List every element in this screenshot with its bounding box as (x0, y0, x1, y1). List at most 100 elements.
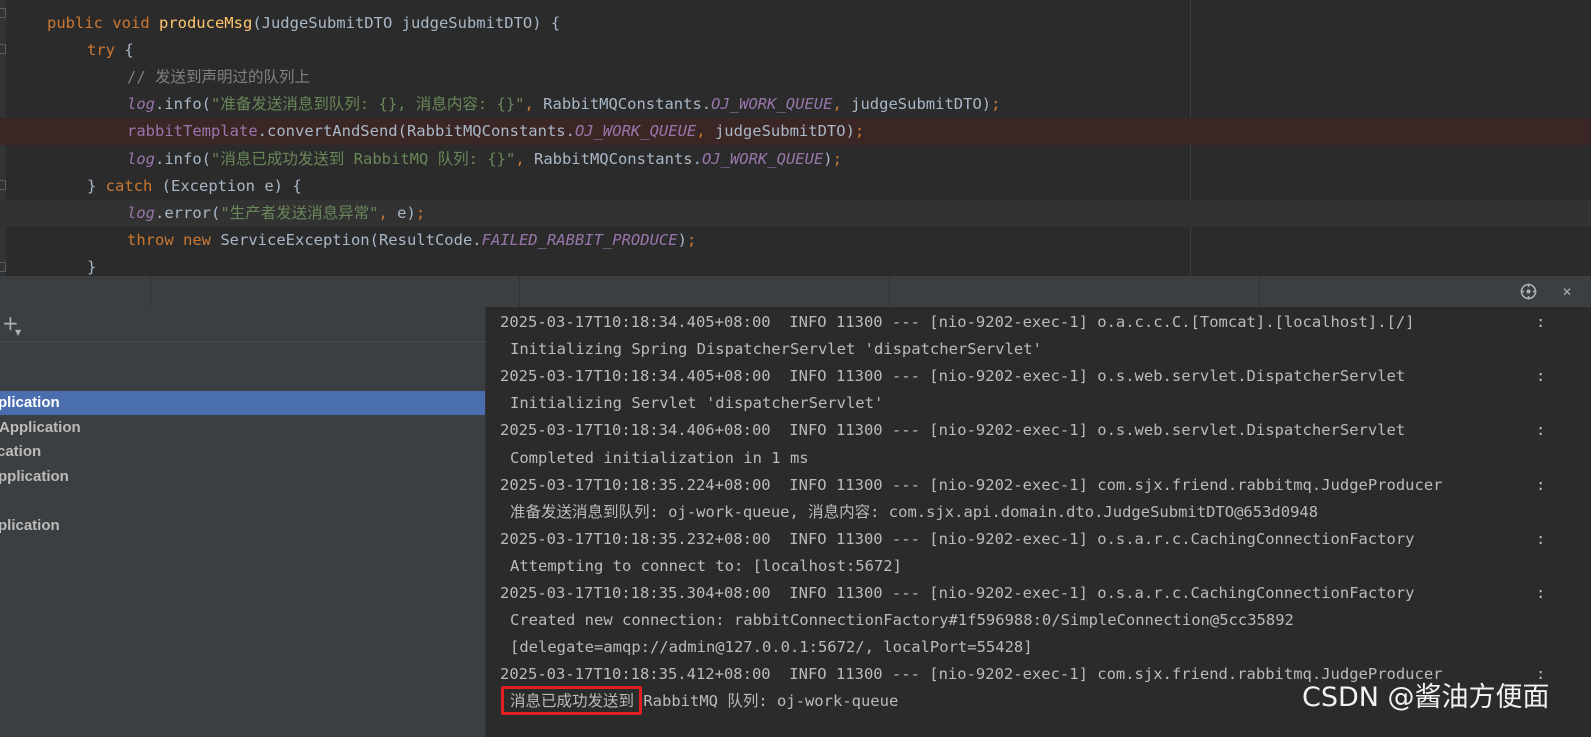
code-token: , (515, 149, 534, 168)
code-text: // 发送到声明过的队列上 (127, 64, 310, 91)
code-token: ServiceException(ResultCode. (220, 230, 482, 249)
add-service-button[interactable]: + ▼ (2, 312, 24, 337)
code-token: OJ_WORK_QUEUE (574, 122, 697, 141)
tab-separator (1259, 276, 1260, 308)
code-text: rabbitTemplate.convertAndSend(RabbitMQCo… (127, 118, 864, 145)
log-separator: : (1536, 529, 1546, 548)
code-token: // 发送到声明过的队列上 (127, 68, 310, 87)
code-text: try { (87, 37, 134, 64)
crosshair-icon[interactable] (1520, 283, 1537, 300)
code-text: log.info("消息已成功发送到 RabbitMQ 队列: {}", Rab… (127, 146, 842, 173)
log-message-line: Initializing Spring DispatcherServlet 'd… (510, 336, 1590, 363)
code-token: judgeSubmitDTO) (851, 95, 992, 114)
log-text: Completed initialization in 1 ms (510, 448, 809, 467)
log-message-line: Attempting to connect to: [localhost:567… (510, 553, 1590, 580)
code-token: log (127, 149, 155, 168)
log-separator: : (1536, 475, 1546, 494)
code-line[interactable]: // 发送到声明过的队列上 (0, 64, 1591, 91)
code-text: log.info("准备发送消息到队列: {}, 消息内容: {}", Rabb… (127, 91, 1000, 118)
code-line[interactable]: try { (0, 37, 1591, 64)
code-text: public void produceMsg(JudgeSubmitDTO ju… (47, 10, 560, 37)
code-token: "准备发送消息到队列: {}, 消息内容: {}" (211, 95, 525, 114)
code-token: OJ_WORK_QUEUE (711, 95, 833, 114)
code-line[interactable]: } (0, 254, 1591, 275)
log-separator: : (1536, 367, 1546, 386)
code-token: throw new (127, 230, 221, 249)
code-token: (Exception e) { (161, 176, 302, 195)
service-item[interactable]: plication (0, 391, 485, 415)
code-token: .info( (155, 95, 211, 114)
console-output[interactable]: 2025-03-17T10:18:34.405+08:00 INFO 11300… (486, 307, 1591, 737)
code-token: ; (991, 95, 1001, 114)
code-line[interactable]: rabbitTemplate.convertAndSend(RabbitMQCo… (0, 118, 1591, 146)
code-text: } catch (Exception e) { (87, 173, 302, 200)
code-line[interactable]: log.info("消息已成功发送到 RabbitMQ 队列: {}", Rab… (0, 146, 1591, 173)
log-message-line: Completed initialization in 1 ms (510, 445, 1590, 472)
log-message-line: Created new connection: rabbitConnection… (510, 607, 1590, 634)
log-separator: : (1536, 313, 1546, 331)
log-message-line: Initializing Servlet 'dispatcherServlet' (510, 390, 1590, 417)
services-toolbar: + ▼ (0, 307, 486, 342)
log-text: 2025-03-17T10:18:35.224+08:00 INFO 11300… (500, 475, 1443, 494)
services-panel: + ▼ plication Application cation pplicat… (0, 307, 486, 737)
tab-separator (889, 276, 890, 308)
code-line[interactable]: throw new ServiceException(ResultCode.FA… (0, 227, 1591, 254)
code-line[interactable]: public void produceMsg(JudgeSubmitDTO ju… (0, 10, 1591, 37)
service-item[interactable]: plication (0, 514, 485, 538)
code-token: ) (677, 230, 687, 249)
code-token: ; (832, 149, 842, 168)
log-text: [delegate=amqp://admin@127.0.0.1:5672/, … (510, 638, 1033, 657)
code-token: log (127, 95, 155, 114)
watermark: CSDN @酱油方便面 (1302, 682, 1550, 713)
code-token: .error( (155, 203, 221, 222)
code-text: throw new ServiceException(ResultCode.FA… (127, 227, 696, 254)
chevron-down-icon: ▼ (15, 328, 22, 337)
service-item[interactable]: cation (0, 440, 485, 464)
log-text: Created new connection: rabbitConnection… (510, 611, 1294, 630)
code-token: try (87, 41, 125, 60)
code-token: } (87, 257, 97, 275)
code-token: , (832, 95, 852, 114)
service-item[interactable]: pplication (0, 465, 485, 489)
close-icon[interactable]: ✕ (1562, 285, 1572, 299)
code-line[interactable]: } catch (Exception e) { (0, 173, 1591, 200)
code-token: ) (823, 149, 833, 168)
code-text: } (87, 254, 96, 275)
code-token: .convertAndSend(RabbitMQConstants. (257, 122, 575, 141)
log-text: 2025-03-17T10:18:34.405+08:00 INFO 11300… (500, 367, 1406, 386)
log-header-line: 2025-03-17T10:18:35.224+08:00 INFO 11300… (500, 472, 1580, 499)
service-item-label: cation (0, 443, 42, 460)
code-token: judgeSubmitDTO) (714, 122, 855, 141)
service-item-label: plication (0, 517, 60, 534)
log-header-line: 2025-03-17T10:18:35.304+08:00 INFO 11300… (500, 580, 1580, 607)
tool-window-tabbar: ✕ (0, 275, 1591, 308)
code-text: log.error("生产者发送消息异常", e); (127, 200, 425, 227)
code-token: , (696, 122, 715, 141)
tab-separator (150, 276, 151, 308)
code-token: ; (854, 122, 865, 141)
tab-separator (519, 276, 520, 308)
code-token: ; (686, 230, 697, 249)
code-token: "消息已成功发送到 RabbitMQ 队列: {}" (211, 149, 516, 168)
service-item-label: pplication (0, 468, 69, 485)
code-token: rabbitTemplate (127, 122, 258, 141)
code-editor[interactable]: public void produceMsg(JudgeSubmitDTO ju… (0, 0, 1591, 275)
code-line[interactable]: log.info("准备发送消息到队列: {}, 消息内容: {}", Rabb… (0, 91, 1591, 118)
code-token: , (378, 203, 398, 222)
code-token: .info( (155, 149, 211, 168)
log-separator: : (1536, 421, 1546, 440)
code-token: e) (397, 203, 416, 222)
log-text: Attempting to connect to: [localhost:567… (510, 556, 902, 575)
code-token: log (127, 203, 155, 222)
log-text: Initializing Servlet 'dispatcherServlet' (510, 394, 884, 413)
log-header-line: 2025-03-17T10:18:34.406+08:00 INFO 11300… (500, 417, 1580, 444)
log-message-line: [delegate=amqp://admin@127.0.0.1:5672/, … (510, 634, 1590, 661)
log-text: 2025-03-17T10:18:35.304+08:00 INFO 11300… (500, 584, 1415, 602)
log-text: 准备发送消息到队列: oj-work-queue, 消息内容: com.sjx.… (510, 502, 1319, 521)
log-separator: : (1536, 584, 1546, 602)
code-token: RabbitMQConstants. (533, 149, 702, 168)
service-item[interactable]: Application (0, 416, 485, 440)
code-token: public void (47, 14, 159, 32)
code-line[interactable]: log.error("生产者发送消息异常", e); (0, 199, 1591, 227)
highlight-box (501, 686, 642, 715)
